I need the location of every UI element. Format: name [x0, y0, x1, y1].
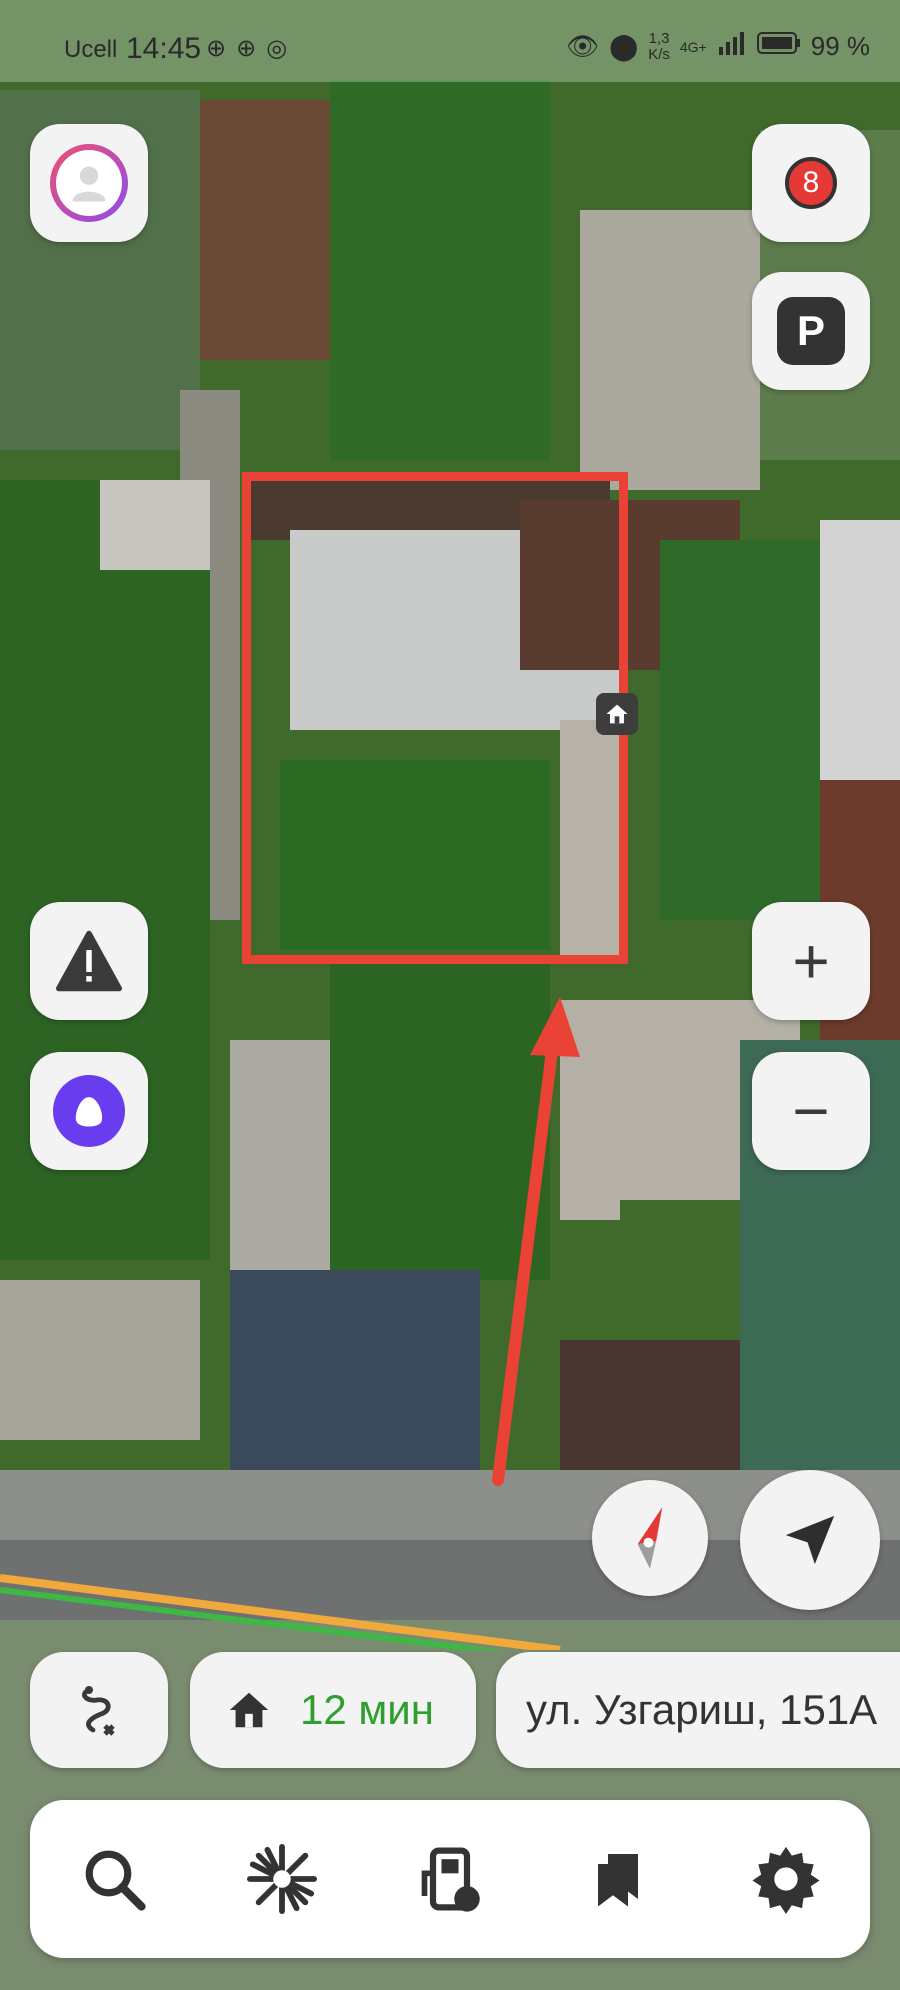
parking-button[interactable]: P [752, 272, 870, 390]
vpn-icon: ⊕ [236, 35, 257, 62]
battery-icon [756, 30, 801, 63]
settings-button[interactable] [736, 1829, 836, 1929]
network-speed: 1,3 K/s [648, 29, 670, 63]
my-location-button[interactable] [740, 1470, 880, 1610]
alice-assistant-button[interactable] [30, 1052, 148, 1170]
house-marker-icon[interactable] [596, 693, 638, 735]
route-options-button[interactable] [30, 1652, 168, 1768]
address-label: ул. Узгариш, 151А [526, 1686, 878, 1733]
notifications-button[interactable]: 8 [752, 124, 870, 242]
carrier-label: Ucell [64, 36, 118, 63]
location-pin-icon: ⬤ [609, 31, 639, 61]
warning-icon [56, 930, 122, 992]
zoom-out-button[interactable]: − [752, 1052, 870, 1170]
vpn-icon: ⊕ [206, 35, 227, 62]
home-icon [229, 1692, 269, 1728]
gas-station-button[interactable] [400, 1829, 500, 1929]
clock: 14:45 [126, 32, 202, 65]
route-icon [82, 1686, 115, 1736]
search-button[interactable] [64, 1829, 164, 1929]
alice-icon [53, 1075, 125, 1147]
eta-label: 12 мин [300, 1686, 434, 1733]
signal-icon [717, 31, 747, 62]
instagram-icon: ◎ [266, 35, 288, 62]
navigation-arrow-icon [785, 1515, 835, 1565]
discovery-icon [247, 1844, 317, 1914]
avatar [50, 144, 128, 222]
address-chip[interactable]: ул. Узгариш, 151А [496, 1652, 900, 1768]
compass-button[interactable] [592, 1480, 708, 1596]
bookmarks-icon [598, 1854, 638, 1907]
network-type: 4G+ [679, 38, 707, 55]
gear-icon [752, 1846, 820, 1914]
bookmarks-button[interactable] [568, 1829, 668, 1929]
status-bar: Ucell 14:45 ⊕ ⊕ ◎ 👁 ⬤ 1,3 K/s 4G+ 99 % [0, 0, 900, 82]
bottom-navigation [30, 1800, 870, 1958]
annotation-arrow [492, 997, 580, 1486]
discovery-button[interactable] [232, 1829, 332, 1929]
profile-button[interactable] [30, 124, 148, 242]
zoom-in-button[interactable]: + [752, 902, 870, 1020]
report-incident-button[interactable] [30, 902, 148, 1020]
compass-icon [637, 1507, 663, 1569]
parking-icon: P [777, 297, 845, 365]
eye-icon: 👁 [566, 31, 600, 61]
search-icon [85, 1850, 146, 1911]
plus-icon: + [792, 925, 830, 997]
user-icon [72, 166, 106, 202]
home-route-button[interactable]: 12 мин [190, 1652, 476, 1768]
notifications-badge: 8 [785, 157, 837, 209]
gas-station-icon [421, 1847, 480, 1912]
highlight-box [242, 472, 628, 964]
battery-percent: 99 % [810, 31, 870, 61]
minus-icon: − [792, 1075, 830, 1147]
